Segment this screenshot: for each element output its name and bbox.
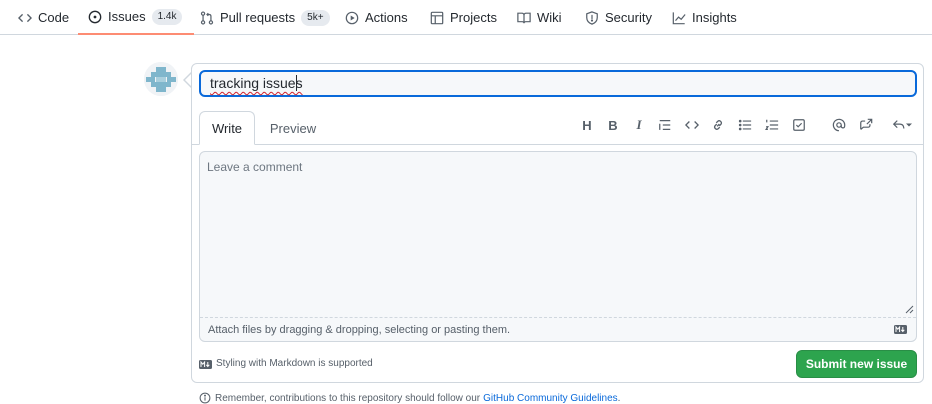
ordered-list-icon [765, 118, 779, 132]
table-icon [430, 11, 444, 25]
pull-requests-counter: 5k+ [301, 9, 330, 26]
bold-button[interactable]: B [604, 116, 622, 134]
tab-security[interactable]: Security [585, 0, 652, 35]
issue-title-value: tracking issues [210, 75, 303, 91]
attach-files-text[interactable]: Attach files by dragging & dropping, sel… [208, 324, 510, 336]
markdown-supported-note[interactable]: Styling with Markdown is supported [216, 358, 373, 369]
tab-insights[interactable]: Insights [672, 0, 737, 35]
quote-button[interactable] [656, 116, 674, 134]
info-icon [199, 392, 211, 404]
tab-write[interactable]: Write [199, 111, 255, 145]
community-guidelines-link[interactable]: GitHub Community Guidelines [483, 393, 618, 404]
footnote-text: Remember, contributions to this reposito… [215, 392, 481, 404]
tasklist-button[interactable] [790, 116, 808, 134]
reply-dropdown-button[interactable] [889, 116, 915, 134]
tab-pull-requests[interactable]: Pull requests 5k+ [200, 0, 330, 35]
comment-placeholder: Leave a comment [207, 160, 303, 174]
heading-button[interactable]: H [578, 116, 596, 134]
unordered-list-icon [738, 118, 752, 132]
chevron-down-icon [906, 122, 912, 128]
git-pull-request-icon [200, 10, 214, 25]
footnote-period: . [617, 392, 621, 404]
code-button[interactable] [683, 116, 701, 134]
tab-pull-requests-label: Pull requests [220, 10, 296, 25]
code-icon [685, 118, 699, 132]
shield-icon [585, 10, 599, 25]
issue-opened-icon [88, 10, 102, 24]
tab-actions[interactable]: Actions [345, 0, 408, 35]
tab-code-label: Code [38, 10, 70, 25]
cross-reference-icon [859, 118, 873, 132]
mention-icon [832, 118, 846, 132]
tab-projects-label: Projects [450, 10, 497, 25]
book-icon [517, 11, 531, 25]
tab-preview[interactable]: Preview [262, 111, 324, 145]
tab-insights-label: Insights [692, 10, 737, 25]
resize-handle-icon[interactable] [904, 304, 914, 314]
mention-button[interactable] [830, 116, 848, 134]
tab-issues-label: Issues [108, 9, 146, 24]
play-icon [345, 11, 359, 25]
code-icon [18, 11, 32, 25]
attach-separator [200, 317, 916, 318]
ordered-list-button[interactable] [763, 116, 781, 134]
markdown-icon [894, 325, 907, 334]
link-button[interactable] [709, 116, 727, 134]
issues-counter: 1.4k [151, 8, 183, 25]
cross-reference-button[interactable] [857, 116, 875, 134]
tab-wiki[interactable]: Wiki [517, 0, 562, 35]
tab-actions-label: Actions [365, 10, 408, 25]
markdown-icon [199, 360, 212, 369]
repository-nav: Code Issues 1.4k Pull requests 5k+ Actio… [0, 0, 932, 35]
issue-title-input[interactable] [199, 70, 917, 97]
avatar [144, 62, 178, 96]
unordered-list-button[interactable] [736, 116, 754, 134]
tab-projects[interactable]: Projects [430, 0, 497, 35]
reply-icon [892, 118, 906, 132]
italic-button[interactable]: I [630, 116, 648, 134]
tab-wiki-label: Wiki [537, 10, 562, 25]
tasklist-icon [792, 118, 806, 132]
link-icon [711, 118, 725, 132]
text-caret [296, 75, 297, 91]
comment-textarea[interactable] [199, 151, 917, 342]
tab-code[interactable]: Code [18, 0, 69, 35]
submit-new-issue-button[interactable]: Submit new issue [796, 350, 917, 378]
tab-issues[interactable]: Issues 1.4k [78, 0, 195, 35]
quote-icon [658, 118, 672, 132]
graph-icon [672, 11, 686, 25]
contribution-footnote: Remember, contributions to this reposito… [199, 392, 620, 404]
tab-security-label: Security [605, 10, 652, 25]
